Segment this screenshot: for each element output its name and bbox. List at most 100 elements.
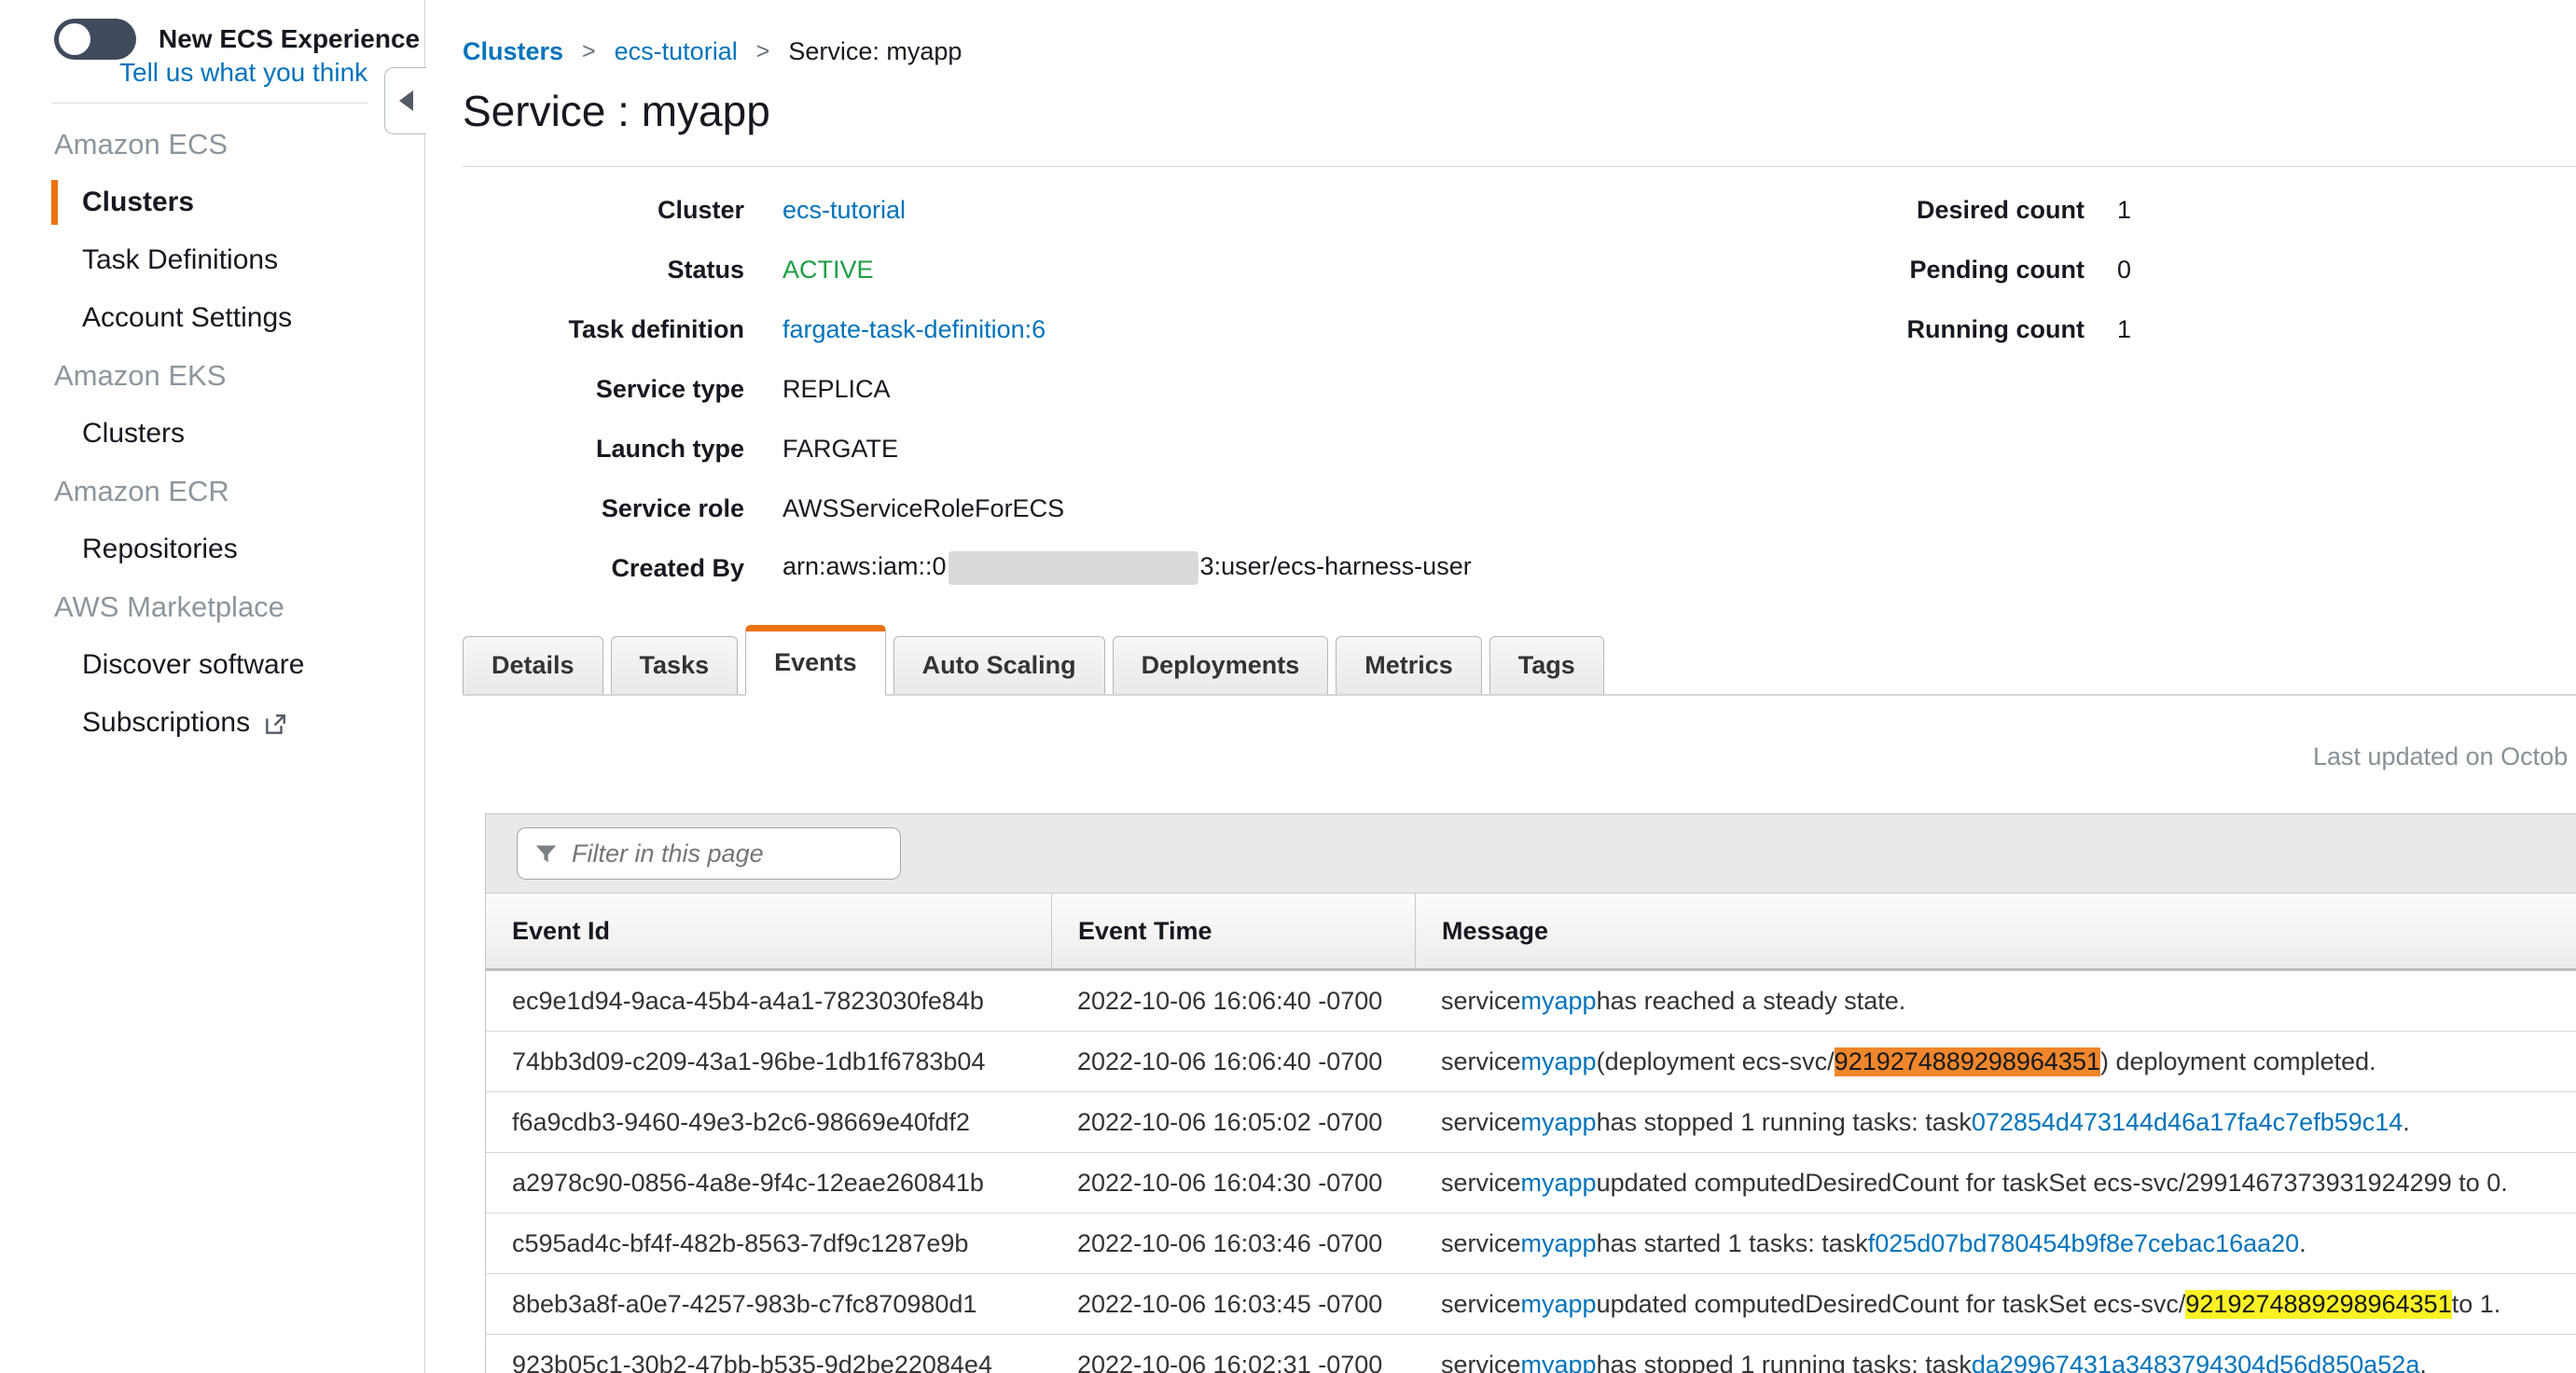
- event-row: c595ad4c-bf4f-482b-8563-7df9c1287e9b2022…: [486, 1214, 2576, 1274]
- tab-tags[interactable]: Tags: [1489, 636, 1604, 694]
- detail-link-cluster[interactable]: ecs-tutorial: [782, 196, 906, 224]
- sidebar-item-clusters[interactable]: Clusters: [0, 173, 423, 231]
- inline-link[interactable]: myapp: [1521, 1108, 1597, 1137]
- event-id-cell: 74bb3d09-c209-43a1-96be-1db1f6783b04: [486, 1032, 1051, 1091]
- detail-label: Status: [425, 256, 744, 284]
- sidebar-item-task-definitions[interactable]: Task Definitions: [0, 231, 423, 289]
- event-row: a2978c90-0856-4a8e-9f4c-12eae260841b2022…: [486, 1153, 2576, 1214]
- sidebar-item-clusters[interactable]: Clusters: [0, 405, 423, 463]
- event-message-cell: service myapp (deployment ecs-svc/921927…: [1415, 1032, 2576, 1091]
- breadcrumb-separator: >: [756, 38, 770, 65]
- breadcrumb-ecs-tutorial[interactable]: ecs-tutorial: [615, 37, 738, 66]
- detail-value-status: ACTIVE: [782, 256, 874, 284]
- breadcrumb-separator: >: [582, 38, 596, 65]
- page-title: Service : myapp: [463, 86, 770, 136]
- column-header-message[interactable]: Message: [1415, 894, 2576, 968]
- external-link-icon: [263, 713, 287, 737]
- event-message-cell: service myapp has started 1 tasks: task …: [1415, 1214, 2576, 1273]
- highlight-orange: 9219274889298964351: [1835, 1047, 2100, 1076]
- sidebar-collapse-button[interactable]: [384, 67, 426, 134]
- detail-label: Launch type: [425, 435, 744, 464]
- event-row: ec9e1d94-9aca-45b4-a4a1-7823030fe84b2022…: [486, 971, 2576, 1032]
- event-time-cell: 2022-10-06 16:02:31 -0700: [1051, 1335, 1415, 1373]
- event-row: 8beb3a8f-a0e7-4257-983b-c7fc870980d12022…: [486, 1274, 2576, 1335]
- tab-deployments[interactable]: Deployments: [1113, 636, 1329, 694]
- detail-row-status: Status ACTIVE: [425, 240, 1472, 299]
- inline-link[interactable]: myapp: [1521, 1229, 1597, 1258]
- column-header-event-id[interactable]: Event Id: [486, 894, 1051, 968]
- inline-link[interactable]: myapp: [1521, 1290, 1597, 1319]
- last-updated-text: Last updated on Octob: [2313, 742, 2568, 771]
- column-header-event-time[interactable]: Event Time: [1051, 894, 1415, 968]
- highlight-yellow: 9219274889298964351: [2185, 1290, 2451, 1319]
- detail-row-launch-type: Launch typeFARGATE: [425, 419, 1472, 478]
- breadcrumb: Clusters > ecs-tutorial > Service: myapp: [463, 37, 962, 66]
- event-time-cell: 2022-10-06 16:03:45 -0700: [1051, 1274, 1415, 1334]
- sidebar-item-repositories[interactable]: Repositories: [0, 520, 423, 578]
- detail-row-task-definition: Task definitionfargate-task-definition:6: [425, 299, 1472, 359]
- filter-funnel-icon: [533, 841, 559, 867]
- event-time-cell: 2022-10-06 16:03:46 -0700: [1051, 1214, 1415, 1273]
- sidebar-nav: Amazon ECSClustersTask DefinitionsAccoun…: [0, 116, 423, 752]
- inline-link[interactable]: da29967431a3483794304d56d850a52a: [1972, 1351, 2420, 1373]
- detail-row-created-by: Created Byarn:aws:iam::03:user/ecs-harne…: [425, 538, 1472, 598]
- detail-value-service-type: REPLICA: [782, 375, 891, 404]
- event-message-cell: service myapp has stopped 1 running task…: [1415, 1335, 2576, 1373]
- tab-metrics[interactable]: Metrics: [1336, 636, 1482, 694]
- count-value-running-count: 1: [2117, 315, 2131, 344]
- ecs-console-page: New ECS Experience Tell us what you thin…: [0, 0, 2576, 1373]
- detail-row-service-type: Service type REPLICA: [425, 359, 1472, 419]
- new-ecs-experience-toggle[interactable]: [54, 19, 136, 60]
- inline-link[interactable]: 072854d473144d46a17fa4c7efb59c14: [1972, 1108, 2403, 1137]
- event-id-cell: ec9e1d94-9aca-45b4-a4a1-7823030fe84b: [486, 971, 1051, 1031]
- event-row: f6a9cdb3-9460-49e3-b2c6-98669e40fdf22022…: [486, 1092, 2576, 1153]
- tab-bar: DetailsTasksEventsAuto ScalingDeployment…: [463, 621, 2576, 696]
- inline-link[interactable]: myapp: [1521, 1351, 1597, 1373]
- tab-events[interactable]: Events: [745, 625, 886, 696]
- tab-auto-scaling[interactable]: Auto Scaling: [893, 636, 1105, 694]
- detail-value-service-role: AWSServiceRoleForECS: [782, 494, 1064, 523]
- count-row-desired-count: Desired count 1: [1768, 180, 2131, 240]
- detail-link-task-definition[interactable]: fargate-task-definition:6: [782, 315, 1046, 343]
- inline-link[interactable]: myapp: [1521, 987, 1597, 1016]
- inline-link[interactable]: f025d07bd780454b9f8e7cebac16aa20: [1868, 1229, 2299, 1258]
- sidebar-divider: [51, 103, 368, 104]
- event-id-cell: 8beb3a8f-a0e7-4257-983b-c7fc870980d1: [486, 1274, 1051, 1334]
- feedback-link[interactable]: Tell us what you think: [119, 58, 367, 88]
- sidebar-section-aws-marketplace: AWS Marketplace: [0, 578, 423, 636]
- filter-wrap: [517, 827, 901, 880]
- collapse-left-icon: [399, 90, 413, 111]
- event-id-cell: a2978c90-0856-4a8e-9f4c-12eae260841b: [486, 1153, 1051, 1213]
- sidebar: New ECS Experience Tell us what you thin…: [0, 0, 425, 1373]
- event-row: 74bb3d09-c209-43a1-96be-1db1f6783b042022…: [486, 1032, 2576, 1092]
- redacted-account-id: [949, 551, 1198, 585]
- event-id-cell: 923b05c1-30b2-47bb-b535-9d2be22084e4: [486, 1335, 1051, 1373]
- events-table: Event IdEvent TimeMessage ec9e1d94-9aca-…: [485, 813, 2576, 1373]
- tab-details[interactable]: Details: [463, 636, 603, 694]
- breadcrumb-clusters[interactable]: Clusters: [463, 37, 563, 66]
- count-value-pending-count: 0: [2117, 256, 2131, 284]
- breadcrumb-service-myapp: Service: myapp: [788, 37, 962, 66]
- title-divider: [463, 166, 2576, 167]
- count-value-desired-count: 1: [2117, 196, 2131, 225]
- detail-label: Service type: [425, 375, 744, 404]
- sidebar-item-discover-software[interactable]: Discover software: [0, 636, 423, 694]
- count-row-running-count: Running count1: [1768, 299, 2131, 359]
- count-label: Desired count: [1768, 196, 2084, 225]
- tab-tasks[interactable]: Tasks: [611, 636, 739, 694]
- detail-value-cluster: ecs-tutorial: [782, 196, 906, 225]
- event-id-cell: c595ad4c-bf4f-482b-8563-7df9c1287e9b: [486, 1214, 1051, 1273]
- main-content: Clusters > ecs-tutorial > Service: myapp Ser…: [425, 0, 2576, 1373]
- event-time-cell: 2022-10-06 16:06:40 -0700: [1051, 971, 1415, 1031]
- inline-link[interactable]: myapp: [1521, 1169, 1597, 1198]
- sidebar-item-account-settings[interactable]: Account Settings: [0, 289, 423, 347]
- count-label: Pending count: [1768, 256, 2084, 284]
- detail-label: Service role: [425, 494, 744, 523]
- inline-link[interactable]: myapp: [1521, 1047, 1597, 1076]
- sidebar-section-amazon-ecs: Amazon ECS: [0, 116, 423, 173]
- filter-input[interactable]: [517, 827, 901, 880]
- detail-row-service-role: Service role AWSServiceRoleForECS: [425, 478, 1472, 538]
- sidebar-section-amazon-eks: Amazon EKS: [0, 347, 423, 405]
- event-time-cell: 2022-10-06 16:06:40 -0700: [1051, 1032, 1415, 1091]
- sidebar-item-subscriptions[interactable]: Subscriptions: [0, 694, 423, 752]
